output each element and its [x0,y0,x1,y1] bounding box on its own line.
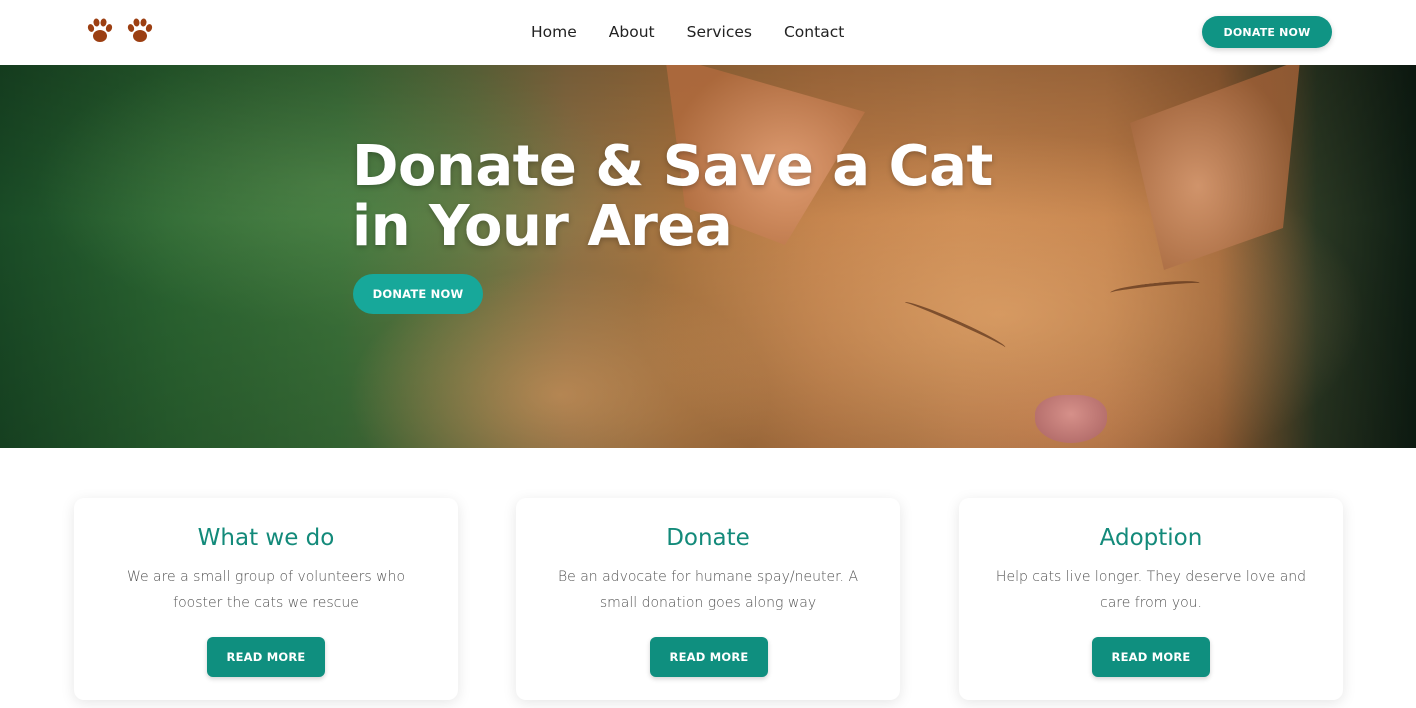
hero-image-cat-ear [1130,65,1300,270]
card-text: Help cats live longer. They deserve love… [995,569,1307,611]
hero-title: Donate & Save a Cat in Your Area [352,134,993,259]
logo[interactable] [84,15,156,47]
card-title: Adoption [1099,525,1203,551]
paw-icon [87,18,113,42]
nav-services[interactable]: Services [687,21,752,43]
hero-image-cat-eye [902,298,1008,352]
main-nav: Home About Services Contact [531,21,844,43]
header-donate-button[interactable]: DONATE NOW [1202,16,1332,48]
hero-image-cat-nose [1035,395,1107,443]
card-title: Donate [666,525,750,551]
read-more-button[interactable]: READ MORE [207,637,325,677]
read-more-button[interactable]: READ MORE [650,637,768,677]
hero-banner: Donate & Save a Cat in Your Area DONATE … [0,65,1416,448]
site-header: Home About Services Contact DONATE NOW [0,0,1416,65]
read-more-button[interactable]: READ MORE [1092,637,1210,677]
card-text: Be an advocate for humane spay/neuter. A… [557,569,859,611]
card-text: We are a small group of volunteers who f… [126,569,406,611]
nav-about[interactable]: About [609,21,655,43]
card-what-we-do: What we do We are a small group of volun… [74,498,458,700]
card-donate: Donate Be an advocate for humane spay/ne… [516,498,900,700]
card-adoption: Adoption Help cats live longer. They des… [959,498,1343,700]
nav-home[interactable]: Home [531,21,577,43]
paw-icon [127,18,153,42]
card-title: What we do [197,525,335,551]
hero-image-cat-eye [1109,278,1201,298]
hero-donate-button[interactable]: DONATE NOW [353,274,483,314]
nav-contact[interactable]: Contact [784,21,844,43]
